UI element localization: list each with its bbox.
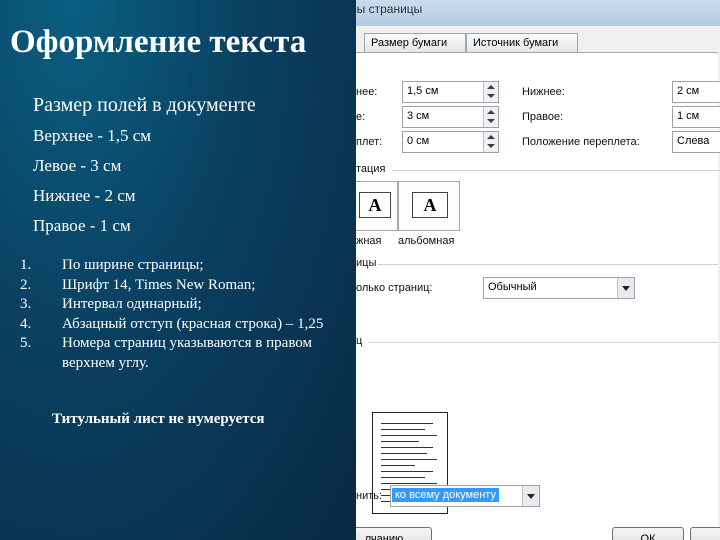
preview-line bbox=[381, 429, 425, 430]
spinner-icon[interactable] bbox=[483, 132, 498, 152]
orientation-section-label: тация bbox=[356, 163, 386, 175]
preview-line bbox=[381, 423, 433, 424]
portrait-page-icon: A bbox=[359, 192, 391, 218]
landscape-option[interactable]: A bbox=[398, 181, 460, 231]
preview-line bbox=[381, 483, 437, 484]
slide-title: Оформление текста bbox=[10, 24, 307, 60]
gutter-input[interactable]: 0 см bbox=[402, 131, 499, 153]
list-number: 4. bbox=[20, 315, 32, 332]
spinner-icon[interactable] bbox=[483, 107, 498, 127]
chevron-down-icon[interactable] bbox=[617, 278, 634, 298]
preview-line bbox=[381, 459, 437, 460]
gutter-value: 0 см bbox=[407, 135, 430, 147]
top-margin-label: нее: bbox=[356, 86, 378, 98]
multiple-pages-label: олько страниц: bbox=[356, 282, 433, 294]
slide-panel: Оформление текста Размер полей в докумен… bbox=[0, 0, 356, 540]
list-number: 2. bbox=[20, 276, 32, 293]
gutter-position-label: Положение переплета: bbox=[522, 136, 640, 148]
margins-tab-panel: нее: 1,5 см Нижнее: 2 см е: 3 см Правое:… bbox=[356, 52, 720, 540]
list-text: Абзацный отступ (красная строка) – 1,25 bbox=[62, 315, 324, 332]
preview-section-label: ц bbox=[356, 335, 363, 347]
bottom-margin-value: 2 см bbox=[677, 85, 700, 97]
preview-line bbox=[381, 441, 419, 442]
preview-line bbox=[381, 465, 415, 466]
multiple-pages-select[interactable]: Обычный bbox=[483, 277, 635, 299]
margin-top-text: Верхнее - 1,5 см bbox=[33, 126, 152, 145]
dialog-title: ры страницы bbox=[356, 2, 423, 16]
gutter-position-select[interactable]: Слева bbox=[672, 131, 720, 153]
portrait-option[interactable]: A bbox=[356, 181, 398, 231]
page-setup-dialog: ры страницы Размер бумаги Источник бумаг… bbox=[356, 0, 720, 540]
multiple-pages-value: Обычный bbox=[488, 281, 537, 293]
section-divider bbox=[392, 170, 720, 171]
preview-line bbox=[381, 447, 433, 448]
ok-button[interactable]: ОК bbox=[612, 527, 684, 540]
formatting-rules-list: 1. По ширине страницы; 2. Шрифт 14, Times … bbox=[20, 256, 350, 373]
list-item: 2. Шрифт 14, Times New Roman; bbox=[20, 276, 350, 296]
landscape-page-icon: A bbox=[412, 192, 448, 218]
list-item: 5. Номера страниц указываются в правом ве… bbox=[20, 334, 350, 373]
margins-heading: Размер полей в документе bbox=[33, 94, 256, 116]
gutter-position-value: Слева bbox=[677, 135, 710, 147]
list-number: 1. bbox=[20, 257, 32, 273]
right-margin-value: 1 см bbox=[677, 110, 700, 122]
chevron-down-icon[interactable] bbox=[522, 486, 539, 506]
list-text: Интервал одинарный; bbox=[62, 296, 202, 312]
pages-section-label: ицы bbox=[356, 257, 377, 269]
list-item: 4. Абзацный отступ (красная строка) – 1,2… bbox=[20, 315, 350, 335]
list-number: 3. bbox=[20, 296, 32, 312]
list-text: Номера страниц указываются в правом верх… bbox=[62, 335, 313, 371]
set-default-button[interactable]: лчанию bbox=[356, 527, 432, 540]
right-margin-input[interactable]: 1 см bbox=[672, 106, 720, 128]
margin-bottom-text: Нижнее - 2 см bbox=[33, 186, 136, 205]
apply-to-value: ко всему документу bbox=[392, 488, 499, 502]
margin-left-text: Левое - 3 см bbox=[33, 156, 122, 175]
list-number: 5. bbox=[20, 335, 32, 351]
gutter-label: плет: bbox=[356, 136, 383, 148]
top-margin-input[interactable]: 1,5 см bbox=[402, 81, 499, 103]
margins-block: Размер полей в документе Верхнее - 1,5 с… bbox=[33, 94, 256, 246]
list-item: 1. По ширине страницы; bbox=[20, 256, 350, 276]
apply-to-select[interactable]: ко всему документу bbox=[390, 485, 540, 507]
list-text: По ширине страницы; bbox=[62, 257, 204, 273]
bottom-margin-input[interactable]: 2 см bbox=[672, 81, 720, 103]
portrait-label: жная bbox=[356, 235, 382, 247]
bottom-margin-label: Нижнее: bbox=[522, 86, 565, 98]
margin-right-text: Правое - 1 см bbox=[33, 216, 131, 235]
preview-line bbox=[381, 471, 433, 472]
cancel-button[interactable] bbox=[690, 527, 720, 540]
list-item: 3. Интервал одинарный; bbox=[20, 295, 350, 315]
section-divider bbox=[378, 264, 718, 265]
tab-paper-source[interactable]: Источник бумаги bbox=[466, 33, 578, 52]
list-text: Шрифт 14, Times New Roman; bbox=[62, 276, 256, 293]
top-margin-value: 1,5 см bbox=[407, 85, 439, 97]
section-divider bbox=[368, 342, 718, 343]
apply-to-label: нить: bbox=[356, 490, 383, 502]
dialog-titlebar: ры страницы bbox=[356, 0, 720, 26]
landscape-label: альбомная bbox=[398, 235, 455, 247]
tab-paper-size[interactable]: Размер бумаги bbox=[364, 33, 466, 52]
left-margin-input[interactable]: 3 см bbox=[402, 106, 499, 128]
left-margin-label: е: bbox=[356, 111, 366, 123]
title-page-note: Титульный лист не нумеруется bbox=[52, 411, 265, 427]
left-margin-value: 3 см bbox=[407, 110, 430, 122]
preview-line bbox=[381, 477, 425, 478]
preview-line bbox=[381, 435, 437, 436]
spinner-icon[interactable] bbox=[483, 82, 498, 102]
right-margin-label: Правое: bbox=[522, 111, 564, 123]
preview-line bbox=[381, 453, 427, 454]
